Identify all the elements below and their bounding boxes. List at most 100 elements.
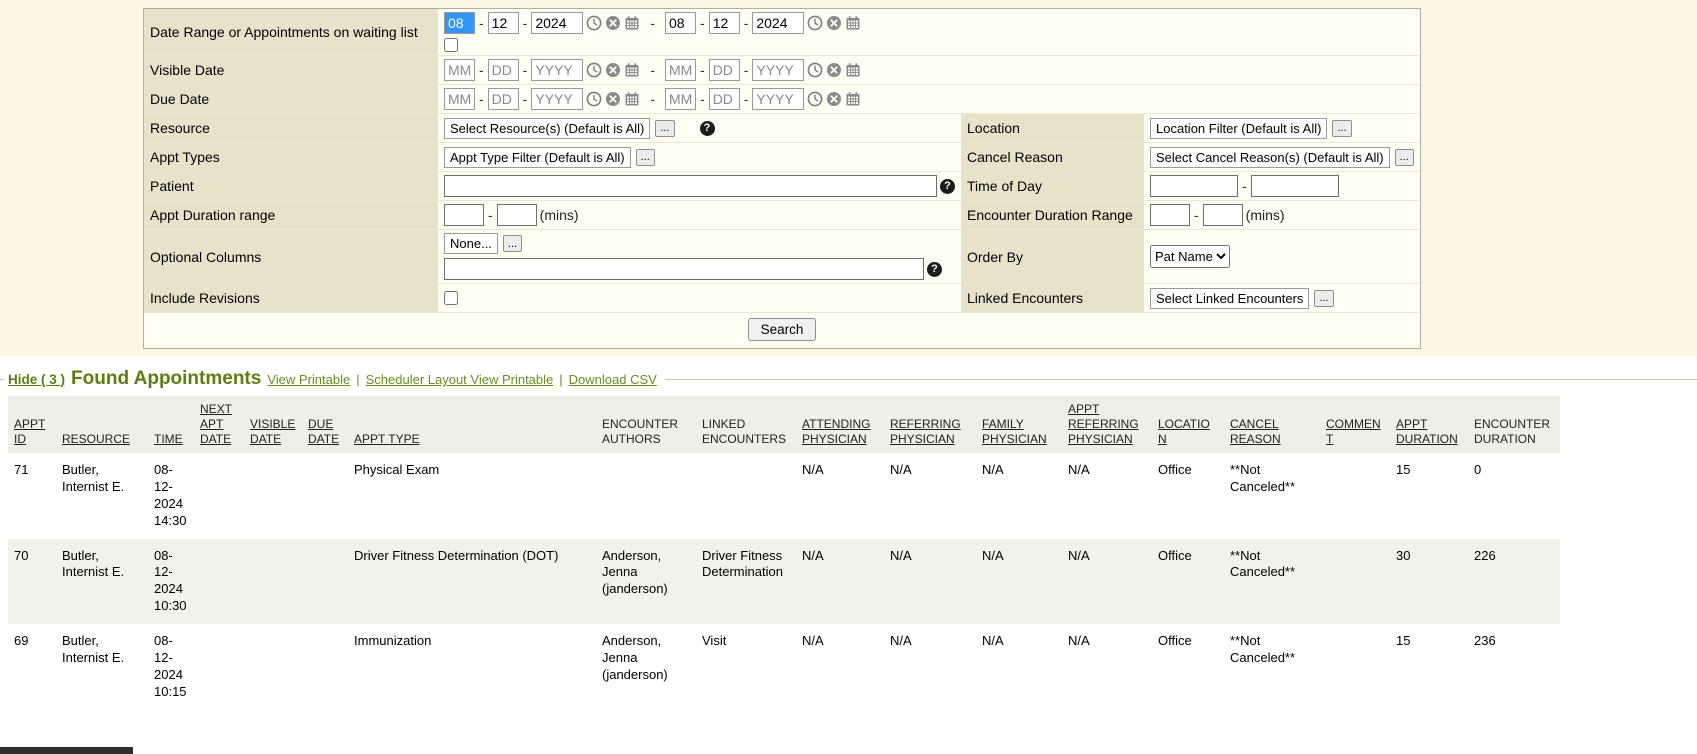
due-date-end-year-input[interactable] [752,88,804,110]
date-range-start-month-input[interactable] [444,12,475,34]
cancel-reason-picker-button[interactable]: ... [1395,149,1414,166]
location-filter-box[interactable]: Location Filter (Default is All) [1150,118,1327,139]
visible-date-start-day-input[interactable] [488,59,519,81]
search-row: Search [144,312,1420,348]
appt-type-picker-button[interactable]: ... [636,149,655,166]
column-sort-link[interactable]: TIME [148,396,194,453]
linked-encounters-box[interactable]: Select Linked Encounters [1150,288,1309,309]
appt-type-filter-box[interactable]: Appt Type Filter (Default is All) [444,147,631,168]
column-sort-link[interactable]: RESOURCE [56,396,148,453]
include-revisions-checkbox[interactable] [444,291,458,305]
column-sort-link[interactable]: APPT REFERRING PHYSICIAN [1062,396,1152,453]
help-icon[interactable]: ? [927,262,942,277]
column-sort-link[interactable]: DUE DATE [302,396,348,453]
date-range-end-day-input[interactable] [709,12,740,34]
table-cell [244,539,302,625]
linked-encounters-label: Linked Encounters [961,284,1144,312]
resource-picker-button[interactable]: ... [655,120,674,137]
table-cell: 71 [8,453,56,539]
date-part-separator: - [743,15,750,31]
view-printable-link[interactable]: View Printable [267,372,350,387]
table-cell [194,624,244,710]
clear-icon[interactable] [826,91,842,107]
column-sort-link[interactable]: APPT TYPE [348,396,596,453]
clock-icon[interactable] [586,91,602,107]
help-icon[interactable]: ? [940,179,955,194]
column-sort-link[interactable]: NEXT APT DATE [194,396,244,453]
clock-icon[interactable] [586,62,602,78]
due-date-end-day-input[interactable] [709,88,740,110]
optional-columns-box[interactable]: None... [444,233,498,254]
column-sort-link[interactable]: LOCATION [1152,396,1224,453]
optional-columns-inputs: None... ... ? [438,230,961,283]
appt-duration-max-input[interactable] [497,204,537,226]
column-sort-link[interactable]: CANCEL REASON [1224,396,1320,453]
location-picker-button[interactable]: ... [1332,120,1351,137]
due-date-end-month-input[interactable] [665,88,696,110]
clock-icon[interactable] [586,15,602,31]
calendar-icon[interactable] [624,15,640,31]
clear-icon[interactable] [605,62,621,78]
due-date-start-month-input[interactable] [444,88,475,110]
scheduler-layout-printable-link[interactable]: Scheduler Layout View Printable [366,372,554,387]
patient-input[interactable] [444,175,937,197]
form-row-duration-ranges: Appt Duration range - (mins) Encounter D… [144,200,1420,229]
linked-encounters-picker-button[interactable]: ... [1314,290,1333,307]
column-sort-link[interactable]: VISIBLE DATE [244,396,302,453]
due-date-label: Due Date [144,85,438,113]
date-range-start-year-input[interactable] [531,12,583,34]
clock-icon[interactable] [807,91,823,107]
encounter-duration-max-input[interactable] [1203,204,1243,226]
cancel-reason-filter-box[interactable]: Select Cancel Reason(s) (Default is All) [1150,147,1390,168]
form-row-due-date: Due Date - - - - - [144,84,1420,113]
column-sort-link[interactable]: COMMENT [1320,396,1390,453]
column-sort-link[interactable]: APPT ID [8,396,56,453]
optional-columns-input[interactable] [444,258,924,280]
date-range-start-day-input[interactable] [488,12,519,34]
encounter-duration-inputs: - (mins) [1144,201,1420,229]
clear-icon[interactable] [826,15,842,31]
calendar-icon[interactable] [624,62,640,78]
appt-duration-min-input[interactable] [444,204,484,226]
clear-icon[interactable] [826,62,842,78]
table-cell: Anderson, Jenna (janderson) [596,624,696,710]
time-of-day-end-input[interactable] [1251,175,1339,197]
waiting-list-checkbox[interactable] [444,38,458,52]
help-icon[interactable]: ? [700,121,715,136]
visible-date-end-month-input[interactable] [665,59,696,81]
calendar-icon[interactable] [845,62,861,78]
date-part-separator: - [478,62,485,78]
calendar-icon[interactable] [624,91,640,107]
clear-icon[interactable] [605,15,621,31]
table-cell: Immunization [348,624,596,710]
visible-date-end-day-input[interactable] [709,59,740,81]
column-header: ENCOUNTER DURATION [1468,396,1560,453]
download-csv-link[interactable]: Download CSV [569,372,657,387]
visible-date-start-month-input[interactable] [444,59,475,81]
encounter-duration-min-input[interactable] [1150,204,1190,226]
table-cell: 08-12-2024 14:30 [148,453,194,539]
range-separator: - [1193,207,1200,223]
column-sort-link[interactable]: APPT DURATION [1390,396,1468,453]
clock-icon[interactable] [807,62,823,78]
column-sort-link[interactable]: FAMILY PHYSICIAN [976,396,1062,453]
due-date-start-day-input[interactable] [488,88,519,110]
optional-columns-picker-button[interactable]: ... [503,235,522,252]
due-date-start-year-input[interactable] [531,88,583,110]
hide-results-link[interactable]: Hide ( 3 ) [8,372,65,387]
found-appointments-header: Hide ( 3 ) Found Appointments View Print… [4,368,665,390]
date-range-end-month-input[interactable] [665,12,696,34]
calendar-icon[interactable] [845,15,861,31]
time-of-day-start-input[interactable] [1150,175,1238,197]
date-range-end-year-input[interactable] [752,12,804,34]
visible-date-start-year-input[interactable] [531,59,583,81]
column-sort-link[interactable]: ATTENDING PHYSICIAN [796,396,884,453]
calendar-icon[interactable] [845,91,861,107]
resource-filter-box[interactable]: Select Resource(s) (Default is All) [444,118,650,139]
column-sort-link[interactable]: REFERRING PHYSICIAN [884,396,976,453]
order-by-select[interactable]: Pat Name [1150,245,1230,268]
visible-date-end-year-input[interactable] [752,59,804,81]
clock-icon[interactable] [807,15,823,31]
search-button[interactable]: Search [748,318,817,341]
clear-icon[interactable] [605,91,621,107]
